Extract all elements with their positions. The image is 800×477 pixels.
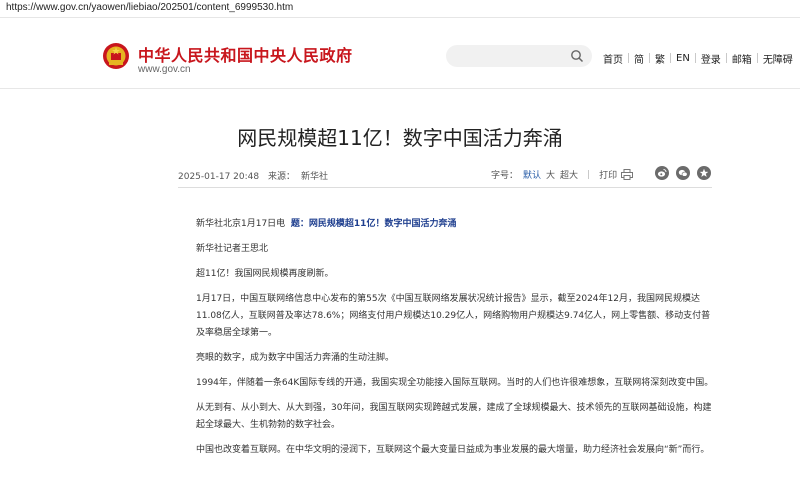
printer-icon[interactable] (621, 168, 634, 180)
address-bar[interactable]: https://www.gov.cn/yaowen/liebiao/202501… (0, 0, 800, 18)
wechat-share-icon[interactable] (676, 166, 690, 180)
search-input[interactable] (446, 45, 592, 67)
article-paragraph: 1月17日，中国互联网络信息中心发布的第55次《中国互联网络发展状况统计报告》显… (196, 294, 711, 338)
article-paragraph: 新华社北京1月17日电 题：网民规模超11亿！数字中国活力奔涌 (196, 216, 714, 233)
article-subhead: 题：网民规模超11亿！数字中国活力奔涌 (290, 219, 457, 229)
article-paragraph: 中国也改变着互联网。在中华文明的浸润下，互联网这个最大变量日益成为事业发展的最大… (196, 445, 710, 455)
dateline: 新华社北京1月17日电 (196, 219, 286, 229)
article-paragraph: 新华社记者王思北 (196, 244, 269, 254)
article-paragraph: 1994年，伴随着一条64K国际专线的开通，我国实现全功能接入国际互联网。当时的… (196, 378, 714, 388)
article-meta: 2025-01-17 20:48 来源： 新华社 (178, 169, 334, 182)
nav-accessibility[interactable]: 无障碍 (758, 51, 798, 66)
tools-divider (588, 169, 590, 179)
search-icon[interactable] (570, 49, 584, 63)
article-source: 新华社 (301, 172, 329, 182)
nav-simplified[interactable]: 简 (629, 51, 649, 66)
more-share-icon[interactable] (697, 166, 711, 180)
font-size-label: 字号： (491, 170, 519, 181)
nav-home[interactable]: 首页 (598, 51, 628, 66)
font-size-large[interactable]: 大 (546, 168, 555, 181)
nav-traditional[interactable]: 繁 (650, 51, 670, 66)
site-title[interactable]: 中华人民共和国中央人民政府 (138, 42, 353, 66)
article-date: 2025-01-17 20:48 (178, 172, 260, 182)
site-domain: www.gov.cn (138, 64, 191, 75)
national-emblem-icon[interactable] (101, 41, 131, 71)
article-paragraph: 亮眼的数字，成为数字中国活力奔涌的生动注脚。 (196, 353, 395, 363)
nav-english[interactable]: EN (671, 53, 695, 64)
article-paragraph: 超11亿！我国网民规模再度刷新。 (196, 269, 334, 279)
share-bar (655, 166, 711, 180)
article-tools: 字号： 默认 大 超大 打印 (491, 168, 634, 181)
site-header: 中华人民共和国中央人民政府 www.gov.cn 首页 简 繁 EN 登录 邮箱… (0, 18, 800, 89)
url-text[interactable]: https://www.gov.cn/yaowen/liebiao/202501… (6, 2, 293, 13)
top-nav: 首页 简 繁 EN 登录 邮箱 无障碍 (598, 51, 798, 66)
meta-divider (178, 187, 712, 188)
font-size-xlarge[interactable]: 超大 (560, 168, 578, 181)
source-label: 来源： (267, 172, 295, 182)
nav-login[interactable]: 登录 (696, 51, 726, 66)
font-size-default[interactable]: 默认 (523, 168, 541, 181)
print-button[interactable]: 打印 (599, 168, 617, 181)
article-body: 新华社北京1月17日电 题：网民规模超11亿！数字中国活力奔涌 新华社记者王思北… (196, 216, 714, 467)
article-paragraph: 从无到有、从小到大、从大到强，30年间，我国互联网实现跨越式发展，建成了全球规模… (196, 403, 712, 430)
article-title: 网民规模超11亿！数字中国活力奔涌 (237, 126, 563, 150)
nav-mail[interactable]: 邮箱 (727, 51, 757, 66)
weibo-share-icon[interactable] (655, 166, 669, 180)
